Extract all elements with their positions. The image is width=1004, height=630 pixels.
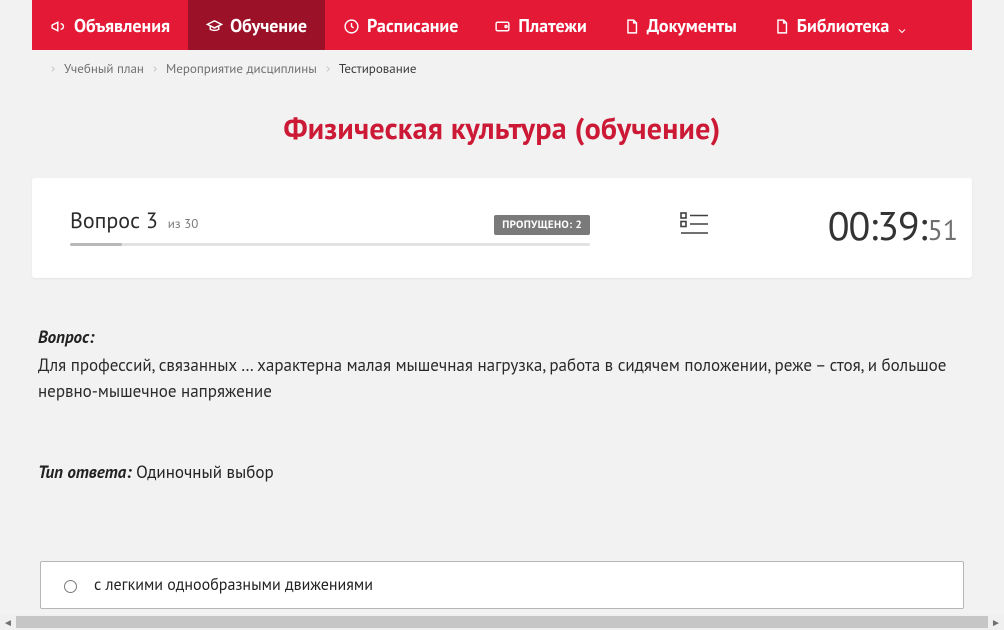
progress-fill (70, 243, 122, 246)
nav-label: Расписание (367, 14, 458, 37)
question-number-label: Вопрос 3 из 30 (70, 207, 198, 235)
answer-radio[interactable] (64, 580, 77, 593)
breadcrumb-current: Тестирование (339, 60, 417, 77)
answers-list: с легкими однообразными движениями с тяж… (32, 561, 972, 614)
scrollbar-track[interactable] (16, 614, 988, 630)
clock-icon (343, 17, 360, 34)
question-header-card: Вопрос 3 из 30 ПРОПУЩЕНО: 2 (32, 178, 972, 278)
timer-seconds: 51 (927, 211, 958, 248)
nav-label: Документы (647, 14, 737, 37)
main-nav: Объявления Обучение Расписание (32, 0, 972, 50)
question-word: Вопрос (70, 207, 140, 235)
question-area: Вопрос: Для профессий, связанных … харак… (32, 278, 972, 483)
nav-announcements[interactable]: Объявления (32, 0, 188, 50)
skipped-label: ПРОПУЩЕНО: (502, 218, 572, 232)
answer-type-label: Тип ответа: (38, 461, 132, 483)
scroll-left-arrow-icon[interactable]: ◄ (0, 614, 16, 630)
breadcrumb: Учебный план Мероприятие дисциплины Тест… (32, 50, 972, 85)
question-progress-block: Вопрос 3 из 30 ПРОПУЩЕНО: 2 (70, 207, 590, 246)
timer-main: 00:39: (828, 200, 927, 252)
skipped-badge: ПРОПУЩЕНО: 2 (494, 215, 590, 235)
horizontal-scrollbar[interactable]: ◄ ► (0, 614, 1004, 630)
question-total-number: 30 (184, 215, 198, 232)
answer-type-row: Тип ответа: Одиночный выбор (38, 461, 966, 483)
nav-documents[interactable]: Документы (605, 0, 755, 50)
nav-education[interactable]: Обучение (188, 0, 325, 50)
question-current-number: 3 (146, 207, 158, 235)
question-of-word: из (168, 215, 181, 232)
question-list-icon (680, 211, 708, 237)
document-icon (623, 17, 640, 34)
question-list-button[interactable] (680, 211, 708, 242)
wallet-icon (494, 17, 511, 34)
nav-payments[interactable]: Платежи (476, 0, 604, 50)
nav-schedule[interactable]: Расписание (325, 0, 476, 50)
nav-label: Обучение (230, 14, 307, 37)
chevron-right-icon (48, 64, 58, 74)
chevron-down-icon (896, 19, 908, 31)
question-heading: Вопрос: (38, 326, 966, 348)
progress-bar (70, 243, 590, 246)
countdown-timer: 00:39:51 (828, 200, 958, 252)
answer-option[interactable]: с легкими однообразными движениями (40, 561, 964, 609)
page-container: Объявления Обучение Расписание (32, 0, 972, 614)
question-text: Для профессий, связанных … характерна ма… (38, 352, 966, 405)
nav-library[interactable]: Библиотека (755, 0, 927, 50)
chevron-right-icon (150, 64, 160, 74)
nav-label: Объявления (74, 14, 170, 37)
breadcrumb-link[interactable]: Учебный план (64, 60, 144, 77)
breadcrumb-link[interactable]: Мероприятие дисциплины (166, 60, 317, 77)
answer-text: с легкими однообразными движениями (94, 575, 373, 595)
skipped-count: 2 (575, 218, 582, 232)
megaphone-icon (50, 17, 67, 34)
chevron-right-icon (323, 64, 333, 74)
scrollbar-thumb[interactable] (16, 616, 988, 628)
nav-label: Платежи (518, 14, 586, 37)
scroll-right-arrow-icon[interactable]: ► (988, 614, 1004, 630)
page-title: Физическая культура (обучение) (32, 109, 972, 148)
answer-type-value: Одиночный выбор (136, 461, 274, 483)
nav-label: Библиотека (797, 14, 890, 37)
main-scroll-viewport[interactable]: Объявления Обучение Расписание (0, 0, 1004, 614)
education-icon (206, 17, 223, 34)
document-icon (773, 17, 790, 34)
